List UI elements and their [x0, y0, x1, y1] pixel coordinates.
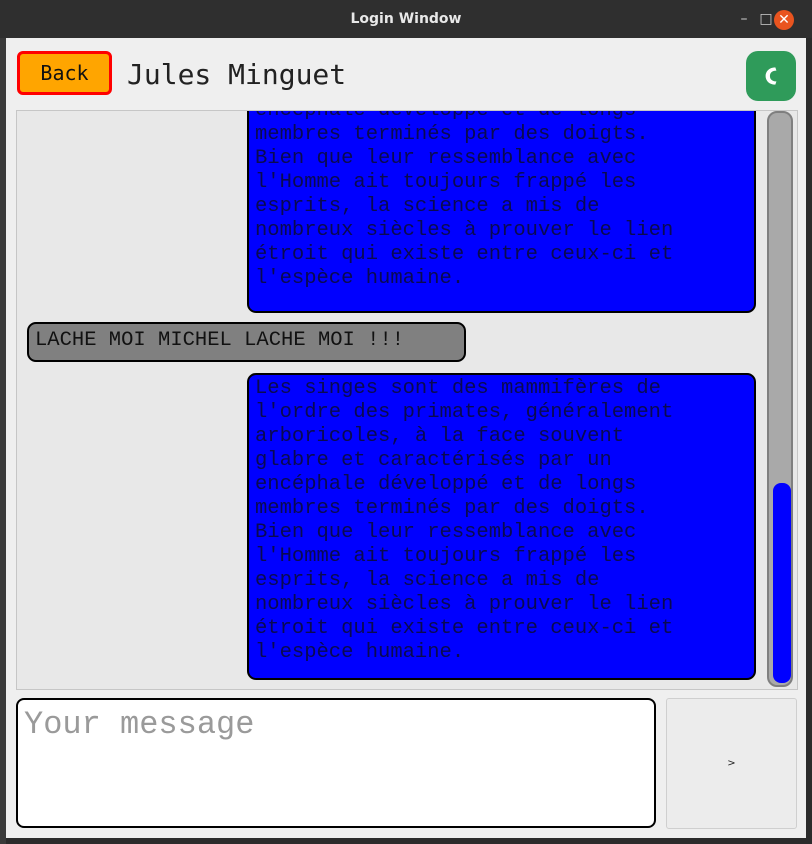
phone-icon — [765, 67, 777, 85]
window-titlebar: Login Window – □ ✕ — [0, 0, 812, 38]
call-button[interactable] — [746, 51, 796, 101]
scrollbar[interactable] — [767, 111, 793, 687]
scrollbar-track[interactable] — [767, 111, 793, 687]
message-bubble-received: LACHE MOI MICHEL LACHE MOI !!! — [27, 322, 466, 362]
chat-window: Back Jules Minguet encéphale développé e… — [6, 38, 806, 838]
minimize-icon[interactable]: – — [736, 11, 752, 27]
message-bubble-sent: Les singes sont des mammifères de l'ordr… — [247, 373, 756, 680]
back-button[interactable]: Back — [17, 51, 112, 95]
scrollbar-thumb[interactable] — [773, 483, 791, 683]
message-input[interactable] — [16, 698, 656, 828]
maximize-icon[interactable]: □ — [758, 11, 774, 27]
window-title: Login Window — [350, 11, 462, 27]
contact-name: Jules Minguet — [127, 58, 347, 91]
message-list[interactable]: encéphale développé et de longs membres … — [16, 110, 798, 690]
message-bubble-sent: encéphale développé et de longs membres … — [247, 111, 756, 313]
send-button[interactable]: > — [666, 698, 797, 829]
close-icon[interactable]: ✕ — [774, 10, 794, 30]
